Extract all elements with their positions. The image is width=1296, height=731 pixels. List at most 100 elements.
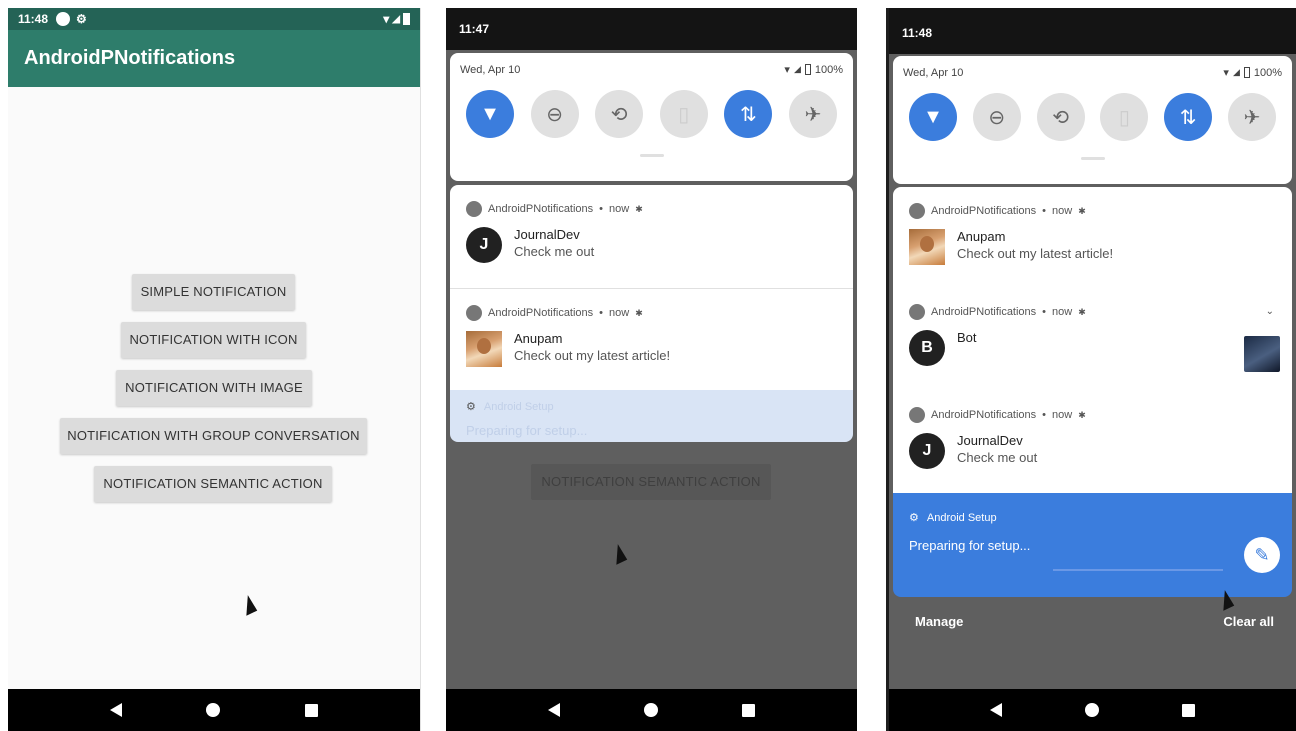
home-icon[interactable]: [206, 703, 221, 717]
notification-message: Check out my latest article!: [514, 348, 671, 363]
battery-icon: [403, 13, 410, 25]
status-bar: 11:47: [446, 8, 489, 50]
app-icon: [909, 304, 925, 320]
app-title: AndroidPNotifications: [24, 47, 236, 69]
bot-image-thumbnail: [1244, 336, 1280, 372]
navigation-bar: [889, 689, 1296, 731]
phone-screen-shade-full: 11:48 Wed, Apr 10 ▾ ◢ 100% ▼ ⊖ ⟲ ▯ ⇅ ✈ A…: [886, 8, 1296, 731]
notification-semantic-action-button[interactable]: NOTIFICATION SEMANTIC ACTION: [94, 466, 332, 502]
auto-rotate-icon[interactable]: ⟲: [595, 90, 644, 138]
auto-rotate-icon[interactable]: ⟲: [1036, 93, 1085, 141]
notification-card[interactable]: AndroidPNotifications • now ✱ Anupam Che…: [893, 187, 1292, 288]
circle-icon: [56, 12, 71, 26]
recents-icon[interactable]: [1181, 703, 1195, 717]
avatar: B: [909, 330, 945, 366]
notification-with-group-conversation-button[interactable]: NOTIFICATION WITH GROUP CONVERSATION: [60, 418, 367, 454]
notification-title: Anupam: [957, 229, 1006, 244]
mouse-cursor-icon: [238, 594, 258, 616]
setup-progress-bar: [1053, 569, 1223, 571]
wifi-tile-icon[interactable]: ▼: [466, 90, 514, 138]
setup-message: Preparing for setup...: [909, 538, 1031, 553]
clear-all-button[interactable]: Clear all: [1223, 614, 1274, 629]
profile-photo: [909, 229, 945, 265]
back-icon[interactable]: [548, 703, 560, 717]
gear-icon: ⚙: [76, 12, 87, 26]
notification-title: JournalDev: [957, 433, 1023, 448]
notification-with-icon-button[interactable]: NOTIFICATION WITH ICON: [121, 322, 306, 358]
mobile-data-icon[interactable]: ⇅: [1164, 93, 1213, 141]
notification-card[interactable]: AndroidPNotifications • now ✱ Anupam Che…: [450, 289, 853, 390]
home-icon[interactable]: [1084, 703, 1099, 717]
status-time: 11:48: [902, 26, 933, 40]
notification-card[interactable]: AndroidPNotifications • now ✱ J JournalD…: [893, 391, 1292, 493]
notification-card[interactable]: AndroidPNotifications • now ✱ J JournalD…: [450, 185, 853, 288]
battery-saver-icon[interactable]: ▯: [1100, 93, 1149, 141]
avatar: J: [909, 433, 945, 469]
app-icon: [909, 407, 925, 423]
setup-notification[interactable]: ⚙ Android Setup Preparing for setup... ✎: [893, 493, 1292, 597]
notification-time: now: [1052, 306, 1073, 318]
notification-with-image-button[interactable]: NOTIFICATION WITH IMAGE: [116, 370, 312, 406]
do-not-disturb-icon[interactable]: ⊖: [530, 90, 579, 138]
navigation-bar: [446, 689, 857, 731]
notification-app-name: AndroidPNotifications: [931, 409, 1037, 421]
wifi-icon: ▾: [383, 12, 390, 26]
do-not-disturb-icon[interactable]: ⊖: [972, 93, 1021, 141]
airplane-icon[interactable]: ✈: [788, 90, 837, 138]
recents-icon[interactable]: [742, 703, 755, 717]
battery-icon: [804, 64, 811, 75]
phone-screen-app: 11:48 ⚙ ▾ ◢ AndroidPNotifications SIMPLE…: [8, 8, 421, 731]
mobile-data-icon[interactable]: ⇅: [724, 90, 773, 138]
notification-app-name: AndroidPNotifications: [488, 307, 594, 319]
back-icon[interactable]: [990, 703, 1003, 717]
simple-notification-button[interactable]: SIMPLE NOTIFICATION: [132, 274, 295, 310]
recents-icon[interactable]: [304, 703, 318, 717]
bell-icon: ✱: [1078, 306, 1086, 317]
notification-time: now: [609, 203, 630, 215]
manage-button[interactable]: Manage: [915, 614, 963, 629]
notification-card[interactable]: AndroidPNotifications • now ✱ ⌄ B Bot: [893, 288, 1292, 391]
date-label: Wed, Apr 10: [903, 66, 964, 79]
drag-handle[interactable]: [1080, 157, 1105, 160]
battery-percent: 100%: [814, 63, 843, 76]
quick-settings-panel: Wed, Apr 10 ▾ ◢ 100% ▼ ⊖ ⟲ ▯ ⇅ ✈: [893, 56, 1292, 184]
profile-photo: [466, 331, 502, 367]
wifi-tile-icon[interactable]: ▼: [909, 93, 957, 141]
signal-icon: ◢: [793, 64, 801, 74]
battery-saver-icon[interactable]: ▯: [659, 90, 708, 138]
notification-time: now: [1052, 205, 1073, 217]
airplane-icon[interactable]: ✈: [1227, 93, 1276, 141]
magic-wand-icon[interactable]: ✎: [1244, 537, 1280, 573]
status-time: 11:47: [459, 22, 490, 36]
gear-icon: ⚙: [466, 401, 476, 413]
signal-icon: ◢: [1232, 67, 1240, 77]
back-icon[interactable]: [110, 703, 123, 717]
wifi-icon: ▾: [1223, 67, 1229, 79]
chevron-down-icon[interactable]: ⌄: [1266, 306, 1274, 317]
date-label: Wed, Apr 10: [460, 63, 521, 76]
app-icon: [466, 201, 482, 217]
notification-app-name: AndroidPNotifications: [931, 205, 1037, 217]
wifi-icon: ▾: [784, 64, 790, 76]
status-bar: 11:48: [889, 12, 932, 54]
notification-title: JournalDev: [514, 227, 580, 242]
notification-time: now: [1052, 409, 1073, 421]
setup-app-name: Android Setup: [483, 400, 554, 413]
gear-icon: ⚙: [909, 512, 919, 524]
bell-icon: ✱: [1078, 205, 1086, 216]
bell-icon: ✱: [635, 203, 643, 214]
battery-icon: [1243, 67, 1250, 78]
bell-icon: ✱: [1078, 409, 1086, 420]
setup-notification[interactable]: ⚙ Android Setup Preparing for setup...: [450, 390, 853, 442]
phone-screen-shade-partial: 11:47 Wed, Apr 10 ▾ ◢ 100% ▼ ⊖ ⟲ ▯ ⇅ ✈ A…: [446, 8, 857, 731]
drag-handle[interactable]: [639, 154, 664, 157]
notification-app-name: AndroidPNotifications: [931, 306, 1037, 318]
battery-percent: 100%: [1253, 66, 1282, 79]
notification-semantic-action-button: NOTIFICATION SEMANTIC ACTION: [531, 464, 771, 500]
notification-title: Bot: [957, 330, 977, 345]
notification-message: Check out my latest article!: [957, 246, 1114, 261]
notification-title: Anupam: [514, 331, 563, 346]
home-icon[interactable]: [644, 703, 658, 717]
status-bar: 11:48 ⚙ ▾ ◢: [8, 8, 420, 30]
app-bar: AndroidPNotifications: [8, 30, 420, 87]
